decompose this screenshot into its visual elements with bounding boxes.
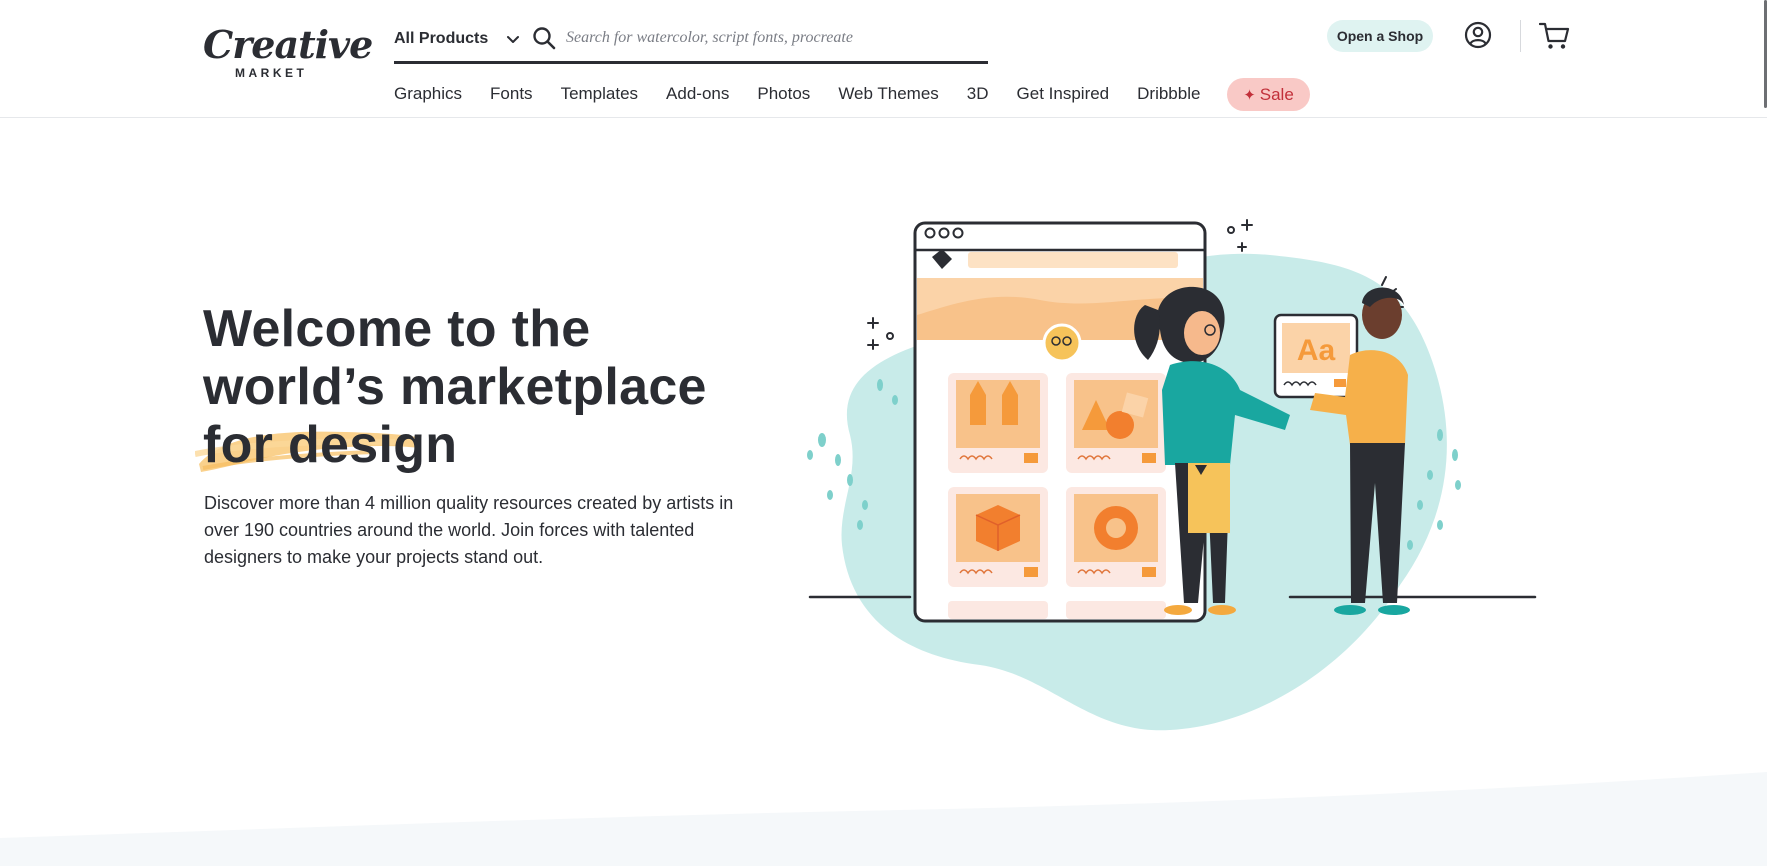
open-a-shop-button[interactable]: Open a Shop: [1327, 20, 1433, 52]
logo-subtext: MARKET: [235, 66, 308, 80]
nav-item-add-ons[interactable]: Add-ons: [666, 80, 729, 108]
bottom-section-edge: [0, 772, 1767, 866]
category-nav: Graphics Fonts Templates Add-ons Photos …: [394, 80, 1228, 108]
nav-item-graphics[interactable]: Graphics: [394, 80, 462, 108]
nav-item-get-inspired[interactable]: Get Inspired: [1017, 80, 1110, 108]
logo-wordmark: Creative: [203, 22, 373, 67]
site-header: Creative MARKET All Products Open a Shop…: [0, 0, 1767, 118]
search-icon[interactable]: [532, 26, 556, 50]
nav-item-dribbble[interactable]: Dribbble: [1137, 80, 1200, 108]
search-category-select[interactable]: All Products: [394, 30, 488, 48]
svg-text:Aa: Aa: [1297, 334, 1336, 367]
search-input[interactable]: [566, 24, 976, 52]
hero-title-line-1: Welcome to the: [203, 300, 591, 358]
nav-item-templates[interactable]: Templates: [561, 80, 638, 108]
nav-item-web-themes[interactable]: Web Themes: [838, 80, 938, 108]
cart-icon[interactable]: [1539, 21, 1571, 51]
header-divider: [1520, 20, 1521, 52]
chevron-down-icon[interactable]: [504, 30, 522, 48]
nav-item-3d[interactable]: 3D: [967, 80, 989, 108]
nav-item-fonts[interactable]: Fonts: [490, 80, 533, 108]
search-bar: All Products: [394, 18, 988, 64]
hero-title-line-3: for design: [195, 416, 743, 474]
hero-title: Welcome to the world’s marketplace for d…: [195, 300, 743, 474]
user-circle-icon[interactable]: [1464, 21, 1492, 49]
nav-item-photos[interactable]: Photos: [757, 80, 810, 108]
sparkle-icon: ✦: [1243, 86, 1256, 104]
hero-title-line-2: world’s marketplace: [203, 358, 707, 416]
sale-label: Sale: [1259, 84, 1294, 104]
hero-illustration: Aa: [807, 219, 1537, 731]
hero-description: Discover more than 4 million quality res…: [204, 493, 734, 567]
creative-market-logo[interactable]: Creative MARKET: [203, 22, 373, 82]
nav-item-sale[interactable]: ✦ Sale: [1227, 78, 1310, 111]
